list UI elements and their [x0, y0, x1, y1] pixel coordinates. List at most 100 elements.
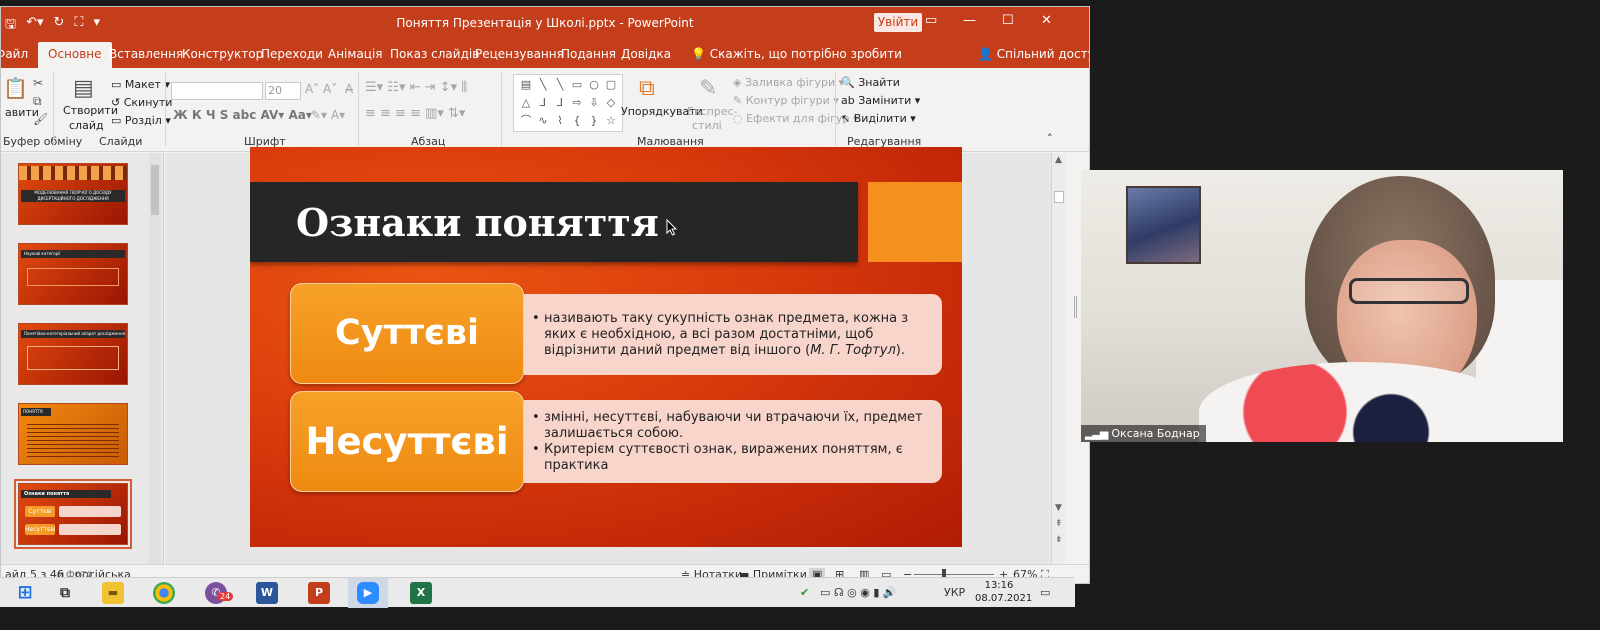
list-icons[interactable]: ☰▾ ☷▾ ⇤ ⇥ ↕▾ ⫼	[365, 80, 467, 95]
shapes-gallery[interactable]: ▤ ╲ ╲ ▭ ○ ▢ △ ⅃ ⅃ ⇨ ⇩ ◇ ⌒ ∿ ⌇{} ☆	[513, 74, 623, 132]
nonessential-features-box[interactable]: Несуттєві	[290, 391, 524, 492]
copy-icon[interactable]: ⧉	[33, 94, 42, 109]
thumbnail-slide-2[interactable]: Наукові категорії	[18, 243, 128, 305]
elbow2-shape-icon[interactable]: ⅃	[552, 95, 568, 111]
prev-slide-icon[interactable]: ⇞	[1055, 519, 1063, 529]
align-icons[interactable]: ≡ ≡ ≡ ≡ ▥▾ ⇅▾	[365, 106, 465, 121]
line2-shape-icon[interactable]: ╲	[552, 77, 568, 93]
tab-animations[interactable]: Анімація	[328, 47, 383, 61]
arrow-shape-icon[interactable]: ⇨	[569, 95, 585, 111]
curve2-shape-icon[interactable]: ∿	[535, 113, 551, 129]
scroll-up-icon[interactable]: ▲	[1055, 155, 1062, 165]
ribbon-display-icon[interactable]: ▭	[925, 13, 937, 28]
reset-button[interactable]: ↺ Скинути	[111, 96, 172, 109]
thumbnails-scroll-thumb[interactable]	[151, 165, 159, 215]
tab-help[interactable]: Довідка	[621, 47, 671, 61]
find-button[interactable]: 🔍 Знайти	[841, 76, 900, 89]
roundrect-shape-icon[interactable]: ▢	[603, 77, 619, 93]
quick-styles-icon[interactable]: ✎	[699, 76, 717, 101]
text-box-shape-icon[interactable]: ▤	[518, 77, 534, 93]
tab-slideshow[interactable]: Показ слайдів	[390, 47, 479, 61]
essential-features-description[interactable]: називають таку сукупність ознак предмета…	[524, 294, 942, 375]
powerpoint-icon[interactable]: P	[308, 582, 330, 604]
rect-shape-icon[interactable]: ▭	[569, 77, 585, 93]
slide-title[interactable]: Ознаки поняття	[296, 200, 659, 245]
font-grow-icon[interactable]: A˄ A˅	[305, 82, 337, 96]
brace-shape-icon[interactable]: {	[569, 113, 585, 129]
chrome-icon[interactable]	[153, 582, 175, 604]
thumbnail-slide-4[interactable]: ПОНЯТТЯ	[18, 403, 128, 465]
tray-icons[interactable]: ▭ ☊ ◎ ◉ ▮ 🔊	[820, 586, 897, 599]
line-shape-icon[interactable]: ╲	[535, 77, 551, 93]
curve-shape-icon[interactable]: ⌒	[518, 113, 534, 129]
thumbnails-scrollbar[interactable]	[149, 153, 161, 571]
tab-design[interactable]: Конструктор	[182, 47, 263, 61]
zoom-app-icon[interactable]: ▶	[357, 582, 379, 604]
collapse-ribbon-icon[interactable]: ˄	[1047, 132, 1053, 145]
next-slide-icon[interactable]: ⇟	[1055, 535, 1063, 545]
signin-button[interactable]: Увійти	[874, 13, 922, 32]
notifications-icon[interactable]: ▭	[1040, 586, 1050, 599]
format-painter-icon[interactable]: 🖌	[33, 112, 48, 126]
participant-video[interactable]: ▂▃▅ Оксана Боднар	[1081, 170, 1563, 442]
security-tray-icon[interactable]: ✔	[800, 586, 809, 599]
font-color-icons[interactable]: ✎▾ A▾	[311, 108, 345, 122]
font-size-input[interactable]: 20	[265, 82, 301, 100]
split-handle[interactable]	[1074, 296, 1077, 318]
shape-fill-button[interactable]: ◈ Заливка фігури ▾	[733, 76, 844, 89]
more-shapes-icon[interactable]: ◇	[603, 95, 619, 111]
new-slide-label-1[interactable]: Створити	[63, 104, 118, 117]
new-slide-label-2[interactable]: слайд	[69, 119, 104, 132]
task-view-icon[interactable]: ⧉	[54, 582, 76, 604]
section-button[interactable]: ▭ Розділ ▾	[111, 114, 171, 127]
windows-start-icon[interactable]: ⊞	[14, 582, 36, 604]
close-icon[interactable]: ✕	[1041, 13, 1052, 28]
zoom-slider[interactable]	[914, 574, 994, 575]
oval-shape-icon[interactable]: ○	[586, 77, 602, 93]
file-explorer-icon[interactable]: ▬	[102, 582, 124, 604]
star-shape-icon[interactable]: ☆	[603, 113, 619, 129]
tab-review[interactable]: Рецензування	[475, 47, 564, 61]
arrange-icon[interactable]: ⧉	[639, 76, 655, 101]
arrow2-shape-icon[interactable]: ⇩	[586, 95, 602, 111]
quick-styles-label-1[interactable]: Експрес-	[687, 105, 738, 118]
font-name-input[interactable]	[171, 82, 263, 100]
cut-icon[interactable]: ✂	[33, 76, 43, 90]
new-slide-icon[interactable]: ▤	[73, 76, 94, 101]
replace-button[interactable]: ab Замінити ▾	[841, 94, 920, 107]
taskbar-clock[interactable]: 13:16 08.07.2021	[975, 579, 1032, 605]
tab-insert[interactable]: Вставлення	[109, 47, 183, 61]
shape-outline-button[interactable]: ✎ Контур фігури ▾	[733, 94, 839, 107]
canvas-scroll-thumb[interactable]	[1054, 191, 1064, 203]
freeform-shape-icon[interactable]: ⌇	[552, 113, 568, 129]
layout-button[interactable]: ▭ Макет ▾	[111, 78, 170, 91]
thumbnail-slide-5[interactable]: Ознаки поняття Суттєві Несуттєві	[14, 479, 132, 549]
quick-styles-label-2[interactable]: стилі	[692, 119, 722, 132]
tab-home[interactable]: Основне	[38, 42, 112, 68]
brace2-shape-icon[interactable]: }	[586, 113, 602, 129]
scroll-down-icon[interactable]: ▼	[1055, 503, 1062, 513]
triangle-shape-icon[interactable]: △	[518, 95, 534, 111]
tell-me-search[interactable]: 💡 Скажіть, що потрібно зробити	[691, 47, 902, 61]
word-icon[interactable]: W	[256, 582, 278, 604]
excel-icon[interactable]: X	[410, 582, 432, 604]
minimize-icon[interactable]: —	[963, 13, 976, 28]
thumbnail-slide-1[interactable]: МОДЕЛЮВАННЯ ТВОРЧОГО ДОСВІДУ ДИСЕРТАЦІЙН…	[18, 163, 128, 225]
essential-features-box[interactable]: Суттєві	[290, 283, 524, 384]
canvas-scrollbar[interactable]: ▲ ▼ ⇞ ⇟	[1051, 153, 1065, 571]
language-indicator[interactable]: УКР	[944, 586, 965, 599]
elbow-shape-icon[interactable]: ⅃	[535, 95, 551, 111]
select-button[interactable]: ↖ Виділити ▾	[841, 112, 916, 125]
paste-icon[interactable]: 📋	[3, 76, 28, 100]
nonessential-features-description[interactable]: змінні, несуттєві, набуваючи чи втрачаюч…	[524, 400, 942, 483]
tab-view[interactable]: Подання	[561, 47, 616, 61]
font-format-icons[interactable]: Ж К Ч S abc AV▾ Aa▾	[173, 108, 312, 122]
tab-file[interactable]: Файл	[1, 47, 28, 61]
thumbnail-slide-3[interactable]: Понятійно-категоріальний апарат дослідже…	[18, 323, 128, 385]
share-button[interactable]: 👤 Спільний доступ	[978, 47, 1089, 61]
maximize-icon[interactable]: ☐	[1002, 13, 1014, 28]
clear-format-icon[interactable]: A̶	[345, 82, 353, 96]
tab-transitions[interactable]: Переходи	[261, 47, 323, 61]
current-slide[interactable]: Ознаки поняття Суттєві називають таку су…	[250, 147, 962, 547]
shape-effects-button[interactable]: ◌ Ефекти для фігур ▾	[733, 112, 858, 125]
